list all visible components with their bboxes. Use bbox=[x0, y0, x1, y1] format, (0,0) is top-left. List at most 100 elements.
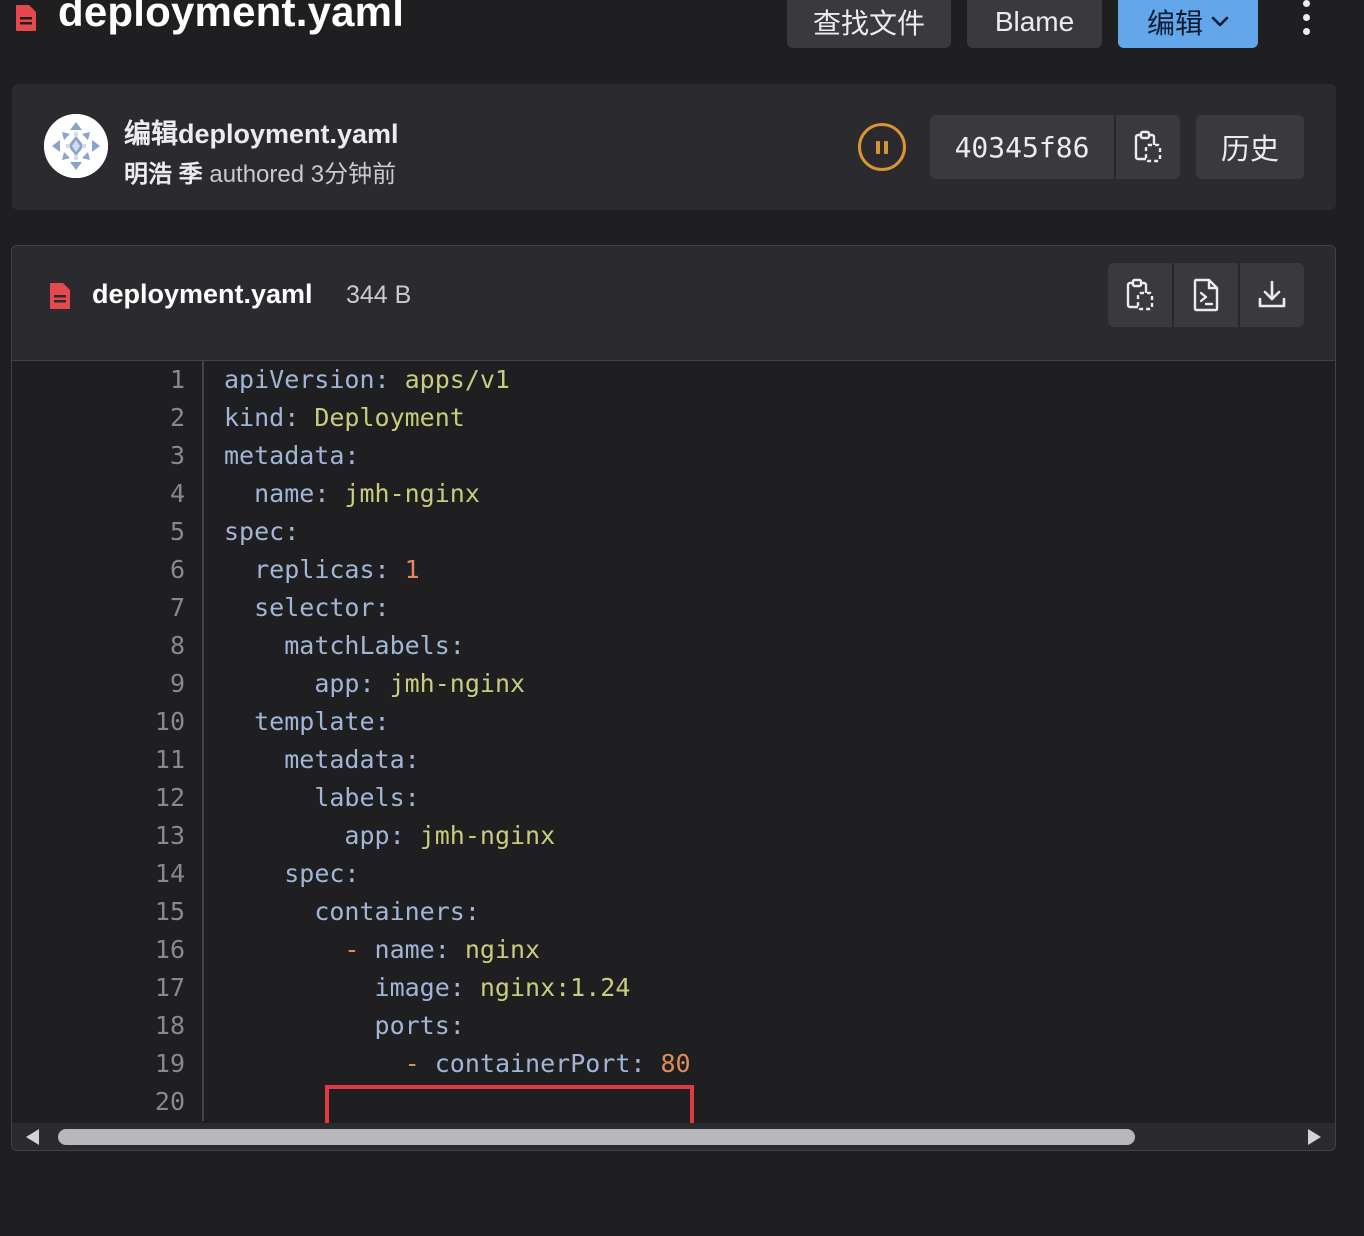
yaml-value: 1 bbox=[389, 555, 420, 584]
code-text: ports: bbox=[224, 1007, 465, 1045]
yaml-key: selector: bbox=[254, 593, 390, 622]
yaml-value: jmh-nginx bbox=[404, 821, 556, 850]
code-line: 2 kind: Deployment bbox=[12, 399, 1335, 437]
yaml-value: apps/v1 bbox=[389, 365, 510, 394]
yaml-key: metadata: bbox=[224, 441, 360, 470]
history-button[interactable]: 历史 bbox=[1196, 115, 1304, 179]
last-commit-card: 编辑deployment.yaml 明浩 季 authored 3分钟前 403… bbox=[12, 84, 1336, 210]
blame-button[interactable]: Blame bbox=[967, 0, 1102, 48]
file-viewer: deployment.yaml 344 B 1 apiVersion: apps… bbox=[11, 245, 1336, 1151]
line-number[interactable]: 19 bbox=[125, 1045, 185, 1083]
edit-button-label: 编辑 bbox=[1146, 8, 1203, 39]
scrollbar-thumb[interactable] bbox=[58, 1129, 1135, 1145]
ellipsis-v-icon bbox=[1302, 0, 1310, 7]
yaml-key: containerPort: bbox=[434, 1049, 646, 1078]
code-text: - name: nginx bbox=[224, 931, 540, 969]
line-number[interactable]: 4 bbox=[125, 475, 185, 513]
code-text: template: bbox=[224, 703, 390, 741]
yaml-value: nginx:1.24 bbox=[464, 973, 631, 1002]
yaml-value: Deployment bbox=[299, 403, 465, 432]
code-line: 7 selector: bbox=[12, 589, 1335, 627]
commit-sha[interactable]: 40345f86 bbox=[930, 115, 1116, 179]
code-line: 9 app: jmh-nginx bbox=[12, 665, 1335, 703]
commit-title-link[interactable]: 编辑deployment.yaml bbox=[124, 112, 399, 151]
yaml-key: name: bbox=[254, 479, 330, 508]
page-title: deployment.yaml bbox=[58, 0, 405, 35]
line-number[interactable]: 11 bbox=[125, 741, 185, 779]
line-number[interactable]: 8 bbox=[125, 627, 185, 665]
download-button[interactable] bbox=[1240, 263, 1304, 327]
yaml-key: spec: bbox=[284, 859, 360, 888]
code-line: 10 template: bbox=[12, 703, 1335, 741]
code-line: 14 spec: bbox=[12, 855, 1335, 893]
code-line: 20 bbox=[12, 1083, 1335, 1121]
yaml-key: image: bbox=[374, 973, 465, 1002]
line-number[interactable]: 6 bbox=[125, 551, 185, 589]
yaml-key: template: bbox=[254, 707, 390, 736]
commit-author-link[interactable]: 明浩 季 bbox=[124, 161, 203, 188]
line-number[interactable]: 13 bbox=[125, 817, 185, 855]
code-text: replicas: 1 bbox=[224, 551, 420, 589]
code-text: spec: bbox=[224, 855, 359, 893]
find-file-button[interactable]: 查找文件 bbox=[787, 0, 951, 48]
line-number[interactable]: 5 bbox=[125, 513, 185, 551]
code-line: 13 app: jmh-nginx bbox=[12, 817, 1335, 855]
scroll-left-arrow-icon[interactable] bbox=[26, 1129, 39, 1145]
code-line: 15 containers: bbox=[12, 893, 1335, 931]
line-number[interactable]: 18 bbox=[125, 1007, 185, 1045]
line-number[interactable]: 16 bbox=[125, 931, 185, 969]
yaml-key: metadata: bbox=[284, 745, 420, 774]
copy-to-clipboard-icon bbox=[1134, 130, 1162, 163]
file-title-bar: deployment.yaml 查找文件 Blame 编辑 bbox=[0, 0, 1364, 60]
file-header: deployment.yaml 344 B bbox=[12, 246, 1335, 361]
line-number[interactable]: 3 bbox=[125, 437, 185, 475]
avatar[interactable] bbox=[44, 114, 108, 178]
line-number[interactable]: 2 bbox=[125, 399, 185, 437]
line-number[interactable]: 10 bbox=[125, 703, 185, 741]
pipeline-status-button[interactable] bbox=[858, 123, 906, 171]
download-icon bbox=[1258, 280, 1286, 308]
line-number[interactable]: 14 bbox=[125, 855, 185, 893]
code-text: apiVersion: apps/v1 bbox=[224, 361, 510, 399]
yaml-key: kind: bbox=[224, 403, 300, 432]
edit-dropdown-button[interactable]: 编辑 bbox=[1118, 0, 1258, 48]
status-paused-icon bbox=[876, 140, 880, 154]
copy-sha-button[interactable] bbox=[1116, 115, 1180, 179]
code-line: 19 - containerPort: 80 bbox=[12, 1045, 1335, 1083]
yaml-value: nginx bbox=[449, 935, 541, 964]
copy-contents-button[interactable] bbox=[1108, 263, 1174, 327]
horizontal-scrollbar[interactable] bbox=[12, 1123, 1335, 1150]
code-line: 11 metadata: bbox=[12, 741, 1335, 779]
yaml-key: containers: bbox=[314, 897, 480, 926]
line-number[interactable]: 1 bbox=[125, 361, 185, 399]
line-number[interactable]: 7 bbox=[125, 589, 185, 627]
file-code-icon bbox=[50, 283, 70, 309]
yaml-key: ports: bbox=[374, 1011, 465, 1040]
yaml-key: matchLabels: bbox=[284, 631, 465, 660]
code-line: 16 - name: nginx bbox=[12, 931, 1335, 969]
code-line: 3 metadata: bbox=[12, 437, 1335, 475]
yaml-value: jmh-nginx bbox=[329, 479, 480, 508]
code-line: 1 apiVersion: apps/v1 bbox=[12, 361, 1335, 399]
line-number[interactable]: 15 bbox=[125, 893, 185, 931]
more-actions-button[interactable] bbox=[1290, 0, 1322, 36]
line-number[interactable]: 9 bbox=[125, 665, 185, 703]
chevron-down-icon bbox=[1211, 16, 1229, 27]
yaml-dash: - bbox=[344, 935, 375, 964]
line-number[interactable]: 12 bbox=[125, 779, 185, 817]
code-text: app: jmh-nginx bbox=[224, 665, 525, 703]
code-text: image: nginx:1.24 bbox=[224, 969, 631, 1007]
code-line: 4 name: jmh-nginx bbox=[12, 475, 1335, 513]
line-number[interactable]: 17 bbox=[125, 969, 185, 1007]
yaml-key: app: bbox=[344, 821, 405, 850]
code-view: 1 apiVersion: apps/v1 2 kind: Deployment 3 me… bbox=[12, 361, 1335, 1133]
yaml-value: jmh-nginx bbox=[374, 669, 526, 698]
scroll-right-arrow-icon[interactable] bbox=[1308, 1129, 1321, 1145]
yaml-key: app: bbox=[314, 669, 375, 698]
commit-authored-time: authored 3分钟前 bbox=[209, 161, 397, 188]
code-text: labels: bbox=[224, 779, 419, 817]
open-raw-button[interactable] bbox=[1174, 263, 1240, 327]
line-number[interactable]: 20 bbox=[125, 1083, 185, 1121]
copy-to-clipboard-icon bbox=[1126, 278, 1154, 311]
yaml-key: replicas: bbox=[254, 555, 390, 584]
